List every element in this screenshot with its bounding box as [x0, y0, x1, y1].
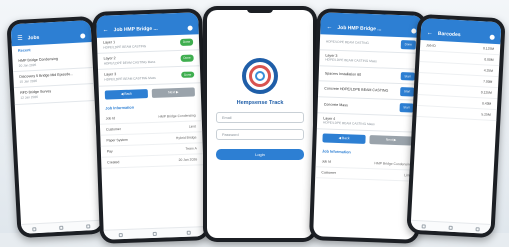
nav-settings-icon[interactable]	[186, 230, 191, 235]
app-logo-icon	[242, 58, 278, 94]
info-key: Created	[107, 159, 120, 165]
layer-desc: HDPE/LDPE BEAM CASTING	[103, 43, 147, 50]
nav-jobs-icon[interactable]	[152, 231, 157, 236]
info-key: Paper System	[106, 137, 128, 143]
nav-settings-icon[interactable]	[475, 226, 480, 231]
status-badge: Done	[180, 54, 194, 63]
app-name: Hempsense Track	[236, 100, 284, 106]
start-button[interactable]: Start	[400, 71, 415, 81]
next-button[interactable]: Next ▶	[151, 87, 195, 98]
nav-settings-icon[interactable]	[85, 223, 90, 229]
phone-jobs-list: ☰ Jobs Recent HMP Bridge Condensing 20 J…	[6, 15, 106, 239]
jobs-screen: ☰ Jobs Recent HMP Bridge Condensing 20 J…	[10, 20, 102, 234]
list-item[interactable]: RFD Bridge Survey 12 Jan 2026	[13, 84, 95, 105]
phone-login: Hempsense Track Email Password Login	[203, 6, 317, 242]
login-screen: Hempsense Track Email Password Login	[207, 10, 313, 238]
info-key: Job Id	[105, 115, 116, 121]
table-cell: Job ID	[426, 43, 436, 48]
info-value: Team A	[185, 145, 197, 151]
step-label: Concrete Mass	[323, 102, 348, 108]
back-button[interactable]: ◀ Back	[322, 133, 366, 144]
table-cell: 0.00M	[484, 57, 494, 62]
back-arrow-icon[interactable]: ←	[103, 27, 109, 33]
profile-icon[interactable]	[411, 28, 417, 34]
menu-icon[interactable]: ☰	[17, 36, 23, 42]
start-button[interactable]: Start	[399, 87, 415, 97]
info-value: Limit	[188, 123, 197, 129]
layer-desc: HDPE/LDPE BEAM CASTING Mass	[103, 59, 156, 66]
nav-home-icon[interactable]	[118, 232, 123, 237]
info-value: HMP Bridge Condensing	[374, 160, 412, 167]
info-key: Customer	[321, 170, 337, 175]
back-button[interactable]: ◀ Back	[104, 88, 149, 100]
table-cell: 5.25M	[481, 112, 491, 117]
app-bar-title: Jobs	[27, 34, 40, 42]
table-cell: 0.43M	[481, 101, 492, 106]
info-value: 20 Jan 2026	[178, 156, 198, 162]
step-label: Spacers Installation 60	[324, 71, 362, 77]
profile-icon[interactable]	[187, 25, 193, 31]
status-badge: Done	[179, 38, 194, 46]
status-badge: Done	[180, 71, 195, 79]
table-cell: 0.125M	[482, 46, 495, 51]
profile-icon[interactable]	[80, 33, 86, 39]
bottom-nav	[21, 219, 102, 234]
info-value: Hybrid Bridge	[175, 134, 197, 140]
barcode-table: Job ID 0.125M 0.00M 4.25M 7.00M 0.125M 0.…	[416, 40, 501, 122]
barcodes-screen: ← Barcodes Job ID 0.125M 0.00M 4.25M 7.00…	[410, 18, 502, 234]
login-form: Hempsense Track Email Password Login	[207, 10, 313, 160]
step-label: Concrete HDPE/LDPE BEAM CASTING	[324, 86, 389, 94]
table-cell: 4.25M	[483, 68, 494, 73]
nav-jobs-icon[interactable]	[448, 225, 453, 230]
phone-job-detail: ← Job HMP Bridge ... Layer 1 HDPE/LDPE B…	[91, 8, 211, 244]
info-row: Customer Limit	[315, 166, 418, 182]
password-field[interactable]: Password	[216, 129, 304, 140]
nav-home-icon[interactable]	[421, 223, 427, 229]
done-button[interactable]: Done	[400, 40, 417, 50]
login-button[interactable]: Login	[216, 149, 304, 160]
job-detail-screen: ← Job HMP Bridge ... Layer 1 HDPE/LDPE B…	[96, 12, 206, 240]
layer-desc: HDPE/LDPE BEAM CASTING	[325, 39, 370, 45]
job-steps-screen: ← Job HMP Bridge ... HDPE/LDPE BEAM CAST…	[313, 12, 423, 240]
nav-jobs-icon[interactable]	[59, 225, 64, 230]
app-bar-title: Barcodes	[437, 30, 461, 39]
table-cell: 7.00M	[483, 79, 493, 84]
layer-desc: HDPE/LDPE BEAM CASTING Mass	[104, 75, 156, 82]
nav-home-icon[interactable]	[32, 226, 37, 231]
table-cell: 0.125M	[480, 90, 492, 95]
back-arrow-icon[interactable]: ←	[427, 30, 433, 36]
info-key: Pay	[106, 148, 113, 154]
info-row: Created 20 Jan 2026	[101, 153, 204, 169]
next-button[interactable]: Next ▶	[369, 134, 413, 146]
start-button[interactable]: Start	[399, 103, 414, 113]
phone-barcodes: ← Barcodes Job ID 0.125M 0.00M 4.25M 7.00…	[406, 13, 506, 239]
profile-icon[interactable]	[489, 34, 495, 40]
back-arrow-icon[interactable]: ←	[326, 24, 332, 30]
app-bar-title: Job HMP Bridge ...	[113, 25, 158, 34]
bottom-nav	[103, 226, 206, 240]
bottom-nav	[410, 219, 491, 234]
email-field[interactable]: Email	[216, 112, 304, 123]
phone-notch	[247, 9, 273, 13]
info-key: Job Id	[321, 159, 332, 164]
app-bar-title: Job HMP Bridge ...	[337, 24, 382, 33]
info-key: Customer	[106, 126, 121, 132]
info-value: HMP Bridge Condensing	[158, 112, 196, 119]
